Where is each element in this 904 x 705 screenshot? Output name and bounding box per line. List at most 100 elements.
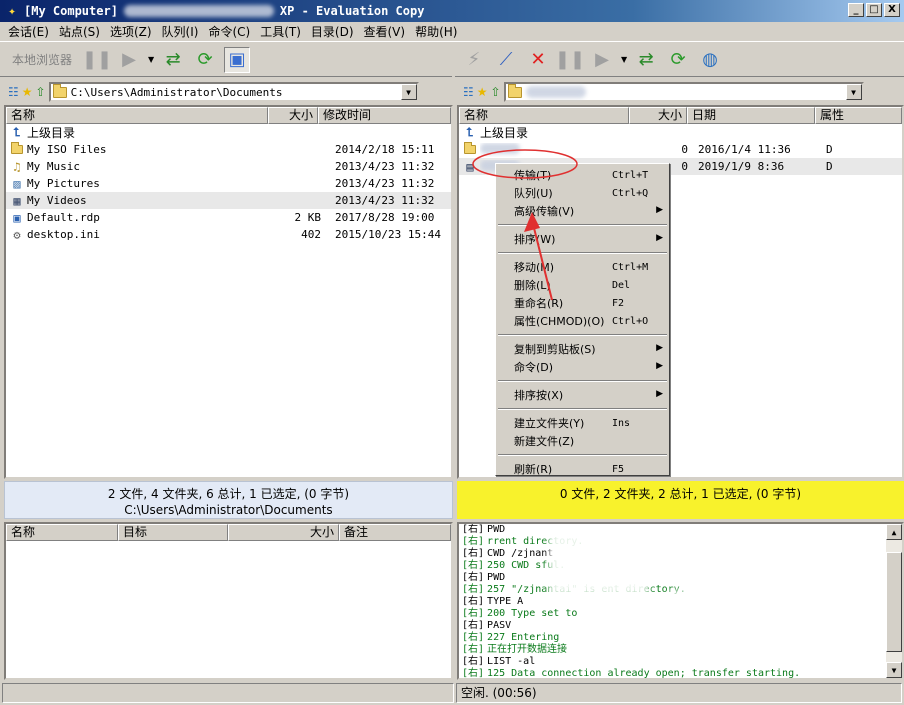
pause-icon[interactable]: ❚❚: [555, 47, 585, 73]
local-browser-toggle-icon[interactable]: ▣: [224, 46, 251, 73]
context-menu-item[interactable]: 命令(D) ▶: [496, 358, 669, 376]
local-browser-button[interactable]: 本地浏览器: [6, 51, 78, 68]
log-text: 227 Entering: [487, 632, 560, 643]
sync-icon[interactable]: ⇄: [633, 47, 659, 73]
log-tag: [右]: [462, 548, 485, 559]
table-row[interactable]: My ISO Files 2014/2/18 15:11: [6, 141, 451, 158]
disconnect-icon[interactable]: ✕: [525, 47, 551, 73]
menu-separator: [498, 380, 667, 382]
redacted-title-area: [123, 5, 274, 17]
submenu-arrow-icon: ▶: [656, 361, 663, 371]
chevron-down-icon[interactable]: ▼: [400, 84, 417, 100]
menu-sites[interactable]: 站点(S): [55, 23, 106, 40]
table-row[interactable]: ▨ My Pictures 2013/4/23 11:32: [6, 175, 451, 192]
column-header-note[interactable]: 备注: [339, 524, 451, 541]
log-text: PWD: [487, 572, 506, 583]
play-icon[interactable]: ▶: [116, 47, 142, 73]
menu-directory[interactable]: 目录(D): [307, 23, 360, 40]
context-menu-item[interactable]: 复制到剪贴板(S) ▶: [496, 340, 669, 358]
column-header-date[interactable]: 日期: [687, 107, 815, 124]
right-toolbar: ⚡ ⟋ ✕ ❚❚ ▶ ▼ ⇄ ⟳ ◍: [455, 43, 904, 77]
close-button[interactable]: X: [884, 3, 900, 17]
dropdown-arrow-icon[interactable]: ▼: [148, 55, 154, 64]
parent-directory-row[interactable]: ⮤ 上级目录: [459, 124, 902, 141]
table-row[interactable]: ▣ Default.rdp 2 KB 2017/8/28 19:00: [6, 209, 451, 226]
plug-icon[interactable]: ⟋: [493, 47, 519, 73]
local-file-list[interactable]: 名称 大小 修改时间 ⮤ 上级目录 My ISO Files 2014/2/18…: [4, 105, 453, 479]
context-menu-item[interactable]: 排序按(X) ▶: [496, 386, 669, 404]
parent-directory-row[interactable]: ⮤ 上级目录: [6, 124, 451, 141]
rdp-file-icon: ▣: [13, 210, 21, 225]
tree-view-icon[interactable]: ☷: [463, 85, 474, 99]
pause-icon[interactable]: ❚❚: [82, 47, 112, 73]
refresh-icon[interactable]: ⟳: [192, 47, 218, 73]
context-menu-item[interactable]: 建立文件夹(Y) Ins: [496, 414, 669, 432]
local-status-panel: 2 文件, 4 文件夹, 6 总计, 1 已选定, (0 字节) C:\User…: [4, 481, 453, 519]
globe-icon[interactable]: ◍: [697, 47, 723, 73]
refresh-icon[interactable]: ⟳: [665, 47, 691, 73]
scroll-up-icon[interactable]: ▲: [886, 524, 902, 540]
left-path-combobox[interactable]: C:\Users\Administrator\Documents ▼: [48, 82, 419, 102]
column-header-name[interactable]: 名称: [459, 107, 629, 124]
annotation-overlay: [472, 149, 578, 301]
left-address-bar: ☷ ★ ⇧ C:\Users\Administrator\Documents ▼: [0, 80, 455, 104]
column-header-size[interactable]: 大小: [268, 107, 318, 124]
table-row-selected[interactable]: ▦ My Videos 2013/4/23 11:32: [6, 192, 451, 209]
up-folder-icon[interactable]: ⇧: [491, 85, 501, 99]
minimize-button[interactable]: _: [848, 3, 864, 17]
favorites-star-icon[interactable]: ★: [477, 85, 488, 99]
menu-item-shortcut: F5: [612, 463, 625, 475]
sync-icon[interactable]: ⇄: [160, 47, 186, 73]
column-header-target[interactable]: 目标: [118, 524, 228, 541]
chevron-down-icon[interactable]: ▼: [845, 84, 862, 100]
log-tag: [右]: [462, 644, 485, 655]
scroll-down-icon[interactable]: ▼: [886, 662, 902, 678]
right-address-bar: ☷ ★ ⇧ ▼: [455, 80, 904, 104]
parent-directory-label: 上级目录: [27, 126, 76, 140]
column-header-name[interactable]: 名称: [6, 524, 118, 541]
log-tag: [右]: [462, 524, 485, 535]
column-header-modified[interactable]: 修改时间: [318, 107, 451, 124]
menu-commands[interactable]: 命令(C): [204, 23, 256, 40]
tree-view-icon[interactable]: ☷: [8, 85, 19, 99]
scroll-thumb[interactable]: [886, 552, 902, 652]
menu-session[interactable]: 会话(E): [4, 23, 55, 40]
column-header-attributes[interactable]: 属性: [815, 107, 902, 124]
remote-list-header: 名称 大小 日期 属性: [459, 107, 902, 124]
remote-status-panel: 0 文件, 2 文件夹, 2 总计, 1 已选定, (0 字节): [457, 481, 904, 519]
context-menu-item[interactable]: 属性(CHMOD)(O) Ctrl+O: [496, 312, 669, 330]
favorites-star-icon[interactable]: ★: [22, 85, 33, 99]
column-header-name[interactable]: 名称: [6, 107, 268, 124]
context-menu-item[interactable]: 新建文件(Z): [496, 432, 669, 450]
table-row[interactable]: ⚙ desktop.ini 402 2015/10/23 15:44: [6, 226, 451, 243]
menu-help[interactable]: 帮助(H): [411, 23, 463, 40]
play-icon[interactable]: ▶: [589, 47, 615, 73]
redacted-log-area: [549, 526, 649, 596]
bottom-status-right: 空闲. (00:56): [456, 683, 902, 703]
menu-separator: [498, 408, 667, 410]
submenu-arrow-icon: ▶: [656, 389, 663, 399]
right-path-combobox[interactable]: ▼: [503, 82, 864, 102]
up-folder-icon[interactable]: ⇧: [36, 85, 46, 99]
table-row[interactable]: ♫ My Music 2013/4/23 11:32: [6, 158, 451, 175]
column-header-size[interactable]: 大小: [228, 524, 339, 541]
left-path-text: C:\Users\Administrator\Documents: [70, 85, 283, 99]
local-status-summary: 2 文件, 4 文件夹, 6 总计, 1 已选定, (0 字节): [107, 487, 350, 501]
menu-options[interactable]: 选项(Z): [106, 23, 158, 40]
connect-icon[interactable]: ⚡: [461, 47, 487, 73]
menu-queue[interactable]: 队列(I): [158, 23, 205, 40]
transfer-queue[interactable]: 名称 目标 大小 备注: [4, 522, 453, 680]
submenu-arrow-icon: ▶: [656, 205, 663, 215]
maximize-button[interactable]: □: [866, 3, 882, 17]
log-line: [右] rrent directory.: [459, 536, 902, 548]
menu-item-shortcut: Ctrl+M: [612, 261, 649, 273]
session-log[interactable]: [右] PWD [右] rrent directory. [右] CWD /zjnant[…: [457, 522, 904, 680]
menu-tools[interactable]: 工具(T): [256, 23, 307, 40]
log-tag: [右]: [462, 620, 485, 631]
context-menu-item[interactable]: 刷新(R) F5: [496, 460, 669, 478]
log-scrollbar[interactable]: ▲ ▼: [886, 524, 902, 678]
dropdown-arrow-icon[interactable]: ▼: [621, 55, 627, 64]
menu-view[interactable]: 查看(V): [360, 23, 412, 40]
menu-bar: 会话(E) 站点(S) 选项(Z) 队列(I) 命令(C) 工具(T) 目录(D…: [0, 22, 904, 42]
column-header-size[interactable]: 大小: [629, 107, 687, 124]
